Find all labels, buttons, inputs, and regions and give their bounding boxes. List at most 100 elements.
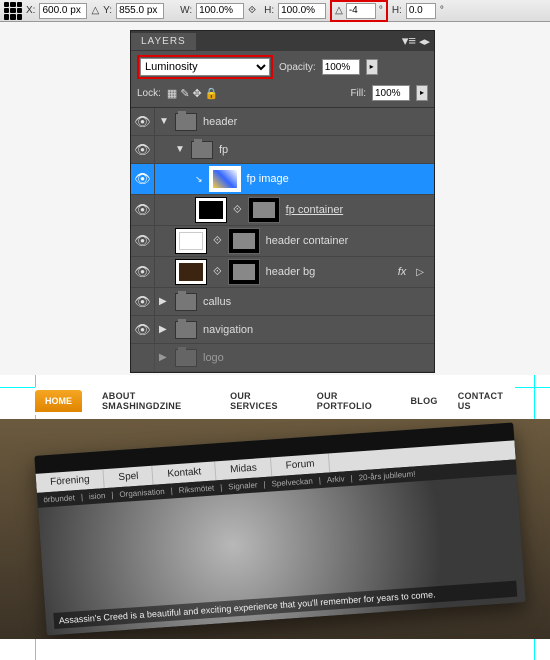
layers-panel: LAYERS ▾≡ ◂▸ Luminosity Opacity: ▸ Lock:… <box>130 30 435 373</box>
eye-icon: 👁 <box>134 322 151 338</box>
y-label: Y: <box>103 5 112 16</box>
w-label: W: <box>180 5 192 16</box>
twisty-right-icon[interactable]: ▶ <box>159 324 169 335</box>
angle-unit: ° <box>379 5 383 16</box>
visibility-toggle[interactable]: 👁 <box>131 108 155 135</box>
layer-thumbnail[interactable] <box>175 228 207 254</box>
mask-link-icon[interactable]: ⟐ <box>233 204 242 217</box>
link-wh-icon[interactable]: ⟐ <box>248 5 260 17</box>
folder-icon <box>175 321 197 339</box>
panel-header: LAYERS ▾≡ ◂▸ <box>131 31 434 51</box>
layer-group-fp[interactable]: 👁 ▼ fp <box>131 136 434 164</box>
skew-h-unit: ° <box>440 5 444 16</box>
layer-label: fp image <box>247 173 289 185</box>
lock-pixels-icon[interactable]: ✎ <box>180 87 189 100</box>
lock-position-icon[interactable]: ✥ <box>193 87 202 100</box>
eye-icon: 👁 <box>134 233 151 249</box>
layers-tab[interactable]: LAYERS <box>131 33 196 50</box>
nav-contact[interactable]: CONTACT US <box>458 391 515 411</box>
visibility-toggle[interactable]: 👁 <box>131 136 155 163</box>
lock-transparency-icon[interactable]: ▦ <box>167 87 177 100</box>
twisty-right-icon[interactable]: ▶ <box>159 296 169 307</box>
twisty-down-icon[interactable]: ▼ <box>175 144 185 155</box>
twisty-down-icon[interactable]: ▼ <box>159 116 169 127</box>
layer-group-navigation[interactable]: 👁 ▶ navigation <box>131 316 434 344</box>
reference-point-grid[interactable] <box>4 2 22 20</box>
opacity-input[interactable] <box>322 59 360 75</box>
layer-group-header[interactable]: 👁 ▼ header <box>131 108 434 136</box>
w-input[interactable] <box>196 3 244 19</box>
layer-group-callus[interactable]: 👁 ▶ callus <box>131 288 434 316</box>
visibility-toggle[interactable]: 👁 <box>131 226 155 256</box>
layer-group-logo[interactable]: ▶ logo <box>131 344 434 372</box>
nav-blog[interactable]: BLOG <box>411 396 438 406</box>
layer-label: navigation <box>203 324 253 336</box>
folder-icon <box>191 141 213 159</box>
layer-thumbnail[interactable] <box>195 197 227 223</box>
y-input[interactable] <box>116 3 164 19</box>
layer-label: header bg <box>266 266 316 278</box>
eye-icon: 👁 <box>134 264 151 280</box>
layer-thumbnail[interactable] <box>209 166 241 192</box>
skew-h-label: H: <box>392 5 402 16</box>
fill-input[interactable] <box>372 85 410 101</box>
layer-header-container[interactable]: 👁 ⟐ header container <box>131 226 434 257</box>
h-label: H: <box>264 5 274 16</box>
angle-input[interactable] <box>346 3 376 19</box>
blend-mode-highlight: Luminosity <box>137 55 273 79</box>
layers-list: 👁 ▼ header 👁 ▼ fp 👁 ↘ fp image � <box>131 108 434 372</box>
panel-lock-row: Lock: ▦ ✎ ✥ 🔒 Fill: ▸ <box>131 83 434 108</box>
fill-flyout-icon[interactable]: ▸ <box>416 85 428 101</box>
layer-thumbnail[interactable] <box>175 259 207 285</box>
fp-container: Förening Spel Kontakt Midas Forum örbund… <box>34 422 525 635</box>
visibility-toggle[interactable]: 👁 <box>131 288 155 315</box>
lock-label: Lock: <box>137 88 161 99</box>
layer-header-bg[interactable]: 👁 ⟐ header bg fx ▷ <box>131 257 434 288</box>
opacity-label: Opacity: <box>279 62 316 73</box>
eye-icon: 👁 <box>134 142 151 158</box>
visibility-toggle[interactable]: 👁 <box>131 164 155 194</box>
visibility-toggle[interactable]: 👁 <box>131 195 155 225</box>
visibility-toggle[interactable] <box>131 344 155 371</box>
folder-icon <box>175 349 197 367</box>
x-input[interactable] <box>39 3 87 19</box>
panel-blend-row: Luminosity Opacity: ▸ <box>131 51 434 83</box>
visibility-toggle[interactable]: 👁 <box>131 257 155 287</box>
visibility-toggle[interactable]: 👁 <box>131 316 155 343</box>
blend-mode-select[interactable]: Luminosity <box>140 58 270 76</box>
site-header-bg: Förening Spel Kontakt Midas Forum örbund… <box>0 419 550 639</box>
site-nav: HOME ABOUT SMASHINGDZINE OUR SERVICES OU… <box>35 387 515 415</box>
vector-mask-thumbnail[interactable] <box>228 259 260 285</box>
delta-icon[interactable]: △ <box>91 5 99 16</box>
layer-fp-image[interactable]: 👁 ↘ fp image <box>131 164 434 195</box>
panel-collapse-icon[interactable]: ◂▸ <box>419 35 430 48</box>
layer-label: header container <box>266 235 349 247</box>
layer-label: callus <box>203 296 231 308</box>
eye-icon: 👁 <box>134 202 151 218</box>
folder-icon <box>175 113 197 131</box>
opacity-flyout-icon[interactable]: ▸ <box>366 59 378 75</box>
nav-home[interactable]: HOME <box>35 390 82 412</box>
nav-portfolio[interactable]: OUR PORTFOLIO <box>317 391 391 411</box>
vector-mask-thumbnail[interactable] <box>228 228 260 254</box>
nav-about[interactable]: ABOUT SMASHINGDZINE <box>102 391 210 411</box>
panel-menu-icon[interactable]: ▾≡ <box>402 33 416 49</box>
eye-icon: 👁 <box>134 294 151 310</box>
folder-icon <box>175 293 197 311</box>
fill-label: Fill: <box>350 88 366 99</box>
mask-link-icon[interactable]: ⟐ <box>213 235 222 248</box>
mask-link-icon[interactable]: ⟐ <box>213 266 222 279</box>
skew-h-input[interactable] <box>406 3 436 19</box>
lock-all-icon[interactable]: 🔒 <box>205 87 219 100</box>
vector-mask-thumbnail[interactable] <box>248 197 280 223</box>
eye-icon: 👁 <box>134 171 151 187</box>
twisty-right-icon[interactable]: ▶ <box>159 352 169 363</box>
transform-options-bar: X: △ Y: W: ⟐ H: △ ° H: ° <box>0 0 550 22</box>
fx-badge[interactable]: fx <box>398 266 407 278</box>
nav-services[interactable]: OUR SERVICES <box>230 391 297 411</box>
lock-icons-group: ▦ ✎ ✥ 🔒 <box>167 87 219 100</box>
layer-fp-container[interactable]: 👁 ⟐ fp container <box>131 195 434 226</box>
angle-icon: △ <box>335 5 343 16</box>
h-input[interactable] <box>278 3 326 19</box>
twisty-right-icon[interactable]: ▷ <box>416 267 424 278</box>
